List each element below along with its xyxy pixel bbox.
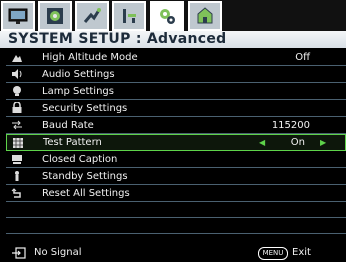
status-bar: No Signal MENU Exit: [0, 244, 346, 262]
source-icon: [83, 8, 101, 23]
menu-item-value: Off: [295, 51, 310, 63]
menu-item-label: Baud Rate: [42, 119, 94, 131]
lock-icon: [12, 102, 22, 113]
menu-item-label: Reset All Settings: [42, 187, 130, 199]
baud-rate-icon: [12, 120, 22, 130]
menu-item-value: 115200: [271, 119, 310, 131]
exit-label: Exit: [292, 247, 311, 258]
projector-osd: SYSTEM SETUP : Advanced High Altitude Mo…: [0, 0, 346, 262]
menu-item-value: On: [290, 137, 305, 148]
menu-item-closed-caption[interactable]: Closed Caption: [6, 151, 346, 168]
altitude-icon: [12, 55, 22, 62]
closed-caption-icon: [12, 155, 22, 164]
tab-source[interactable]: [75, 1, 109, 31]
page-title: SYSTEM SETUP : Advanced: [0, 31, 346, 48]
menu-button-icon[interactable]: MENU: [258, 247, 288, 260]
input-source-icon: [12, 247, 26, 259]
display-icon: [8, 8, 28, 24]
menu-item-label: Test Pattern: [43, 137, 102, 148]
audio-icon: [12, 69, 22, 79]
menu-item-baud-rate[interactable]: Baud Rate 115200: [6, 117, 346, 134]
menu-item-label: High Altitude Mode: [42, 51, 138, 63]
settings-menu: High Altitude Mode Off Audio Settings La…: [6, 49, 346, 250]
menu-item-label: Audio Settings: [42, 68, 115, 80]
tab-system-basic[interactable]: [112, 1, 146, 31]
reset-icon: [11, 188, 21, 198]
menu-item-label: Security Settings: [42, 102, 128, 114]
menu-item-audio-settings[interactable]: Audio Settings: [6, 66, 346, 83]
menu-item-label: Closed Caption: [42, 153, 118, 165]
tab-system-advanced[interactable]: [150, 1, 184, 31]
menu-item-label: Lamp Settings: [42, 85, 114, 97]
lamp-icon: [13, 86, 21, 96]
signal-status: No Signal: [34, 247, 82, 258]
tab-display[interactable]: [1, 1, 35, 31]
empty-row: [6, 218, 346, 234]
menu-item-reset-all-settings[interactable]: Reset All Settings: [6, 185, 346, 202]
test-pattern-icon: [13, 137, 23, 148]
arrow-right-icon[interactable]: ▶: [320, 138, 326, 147]
menu-item-standby-settings[interactable]: Standby Settings: [6, 168, 346, 185]
standby-icon: [15, 171, 19, 181]
menu-item-security-settings[interactable]: Security Settings: [6, 100, 346, 117]
menu-item-test-pattern[interactable]: Test Pattern ◀ On ▶: [6, 134, 346, 151]
tab-information[interactable]: [188, 1, 222, 31]
empty-row: [6, 202, 346, 218]
menu-item-high-altitude-mode[interactable]: High Altitude Mode Off: [6, 49, 346, 66]
system-advanced-icon: [160, 9, 175, 24]
tab-picture[interactable]: [38, 1, 72, 31]
system-basic-icon: [123, 9, 136, 23]
menu-item-label: Standby Settings: [42, 170, 128, 182]
arrow-left-icon[interactable]: ◀: [259, 138, 265, 147]
picture-icon: [47, 8, 63, 24]
menu-item-lamp-settings[interactable]: Lamp Settings: [6, 83, 346, 100]
information-icon: [197, 7, 213, 24]
